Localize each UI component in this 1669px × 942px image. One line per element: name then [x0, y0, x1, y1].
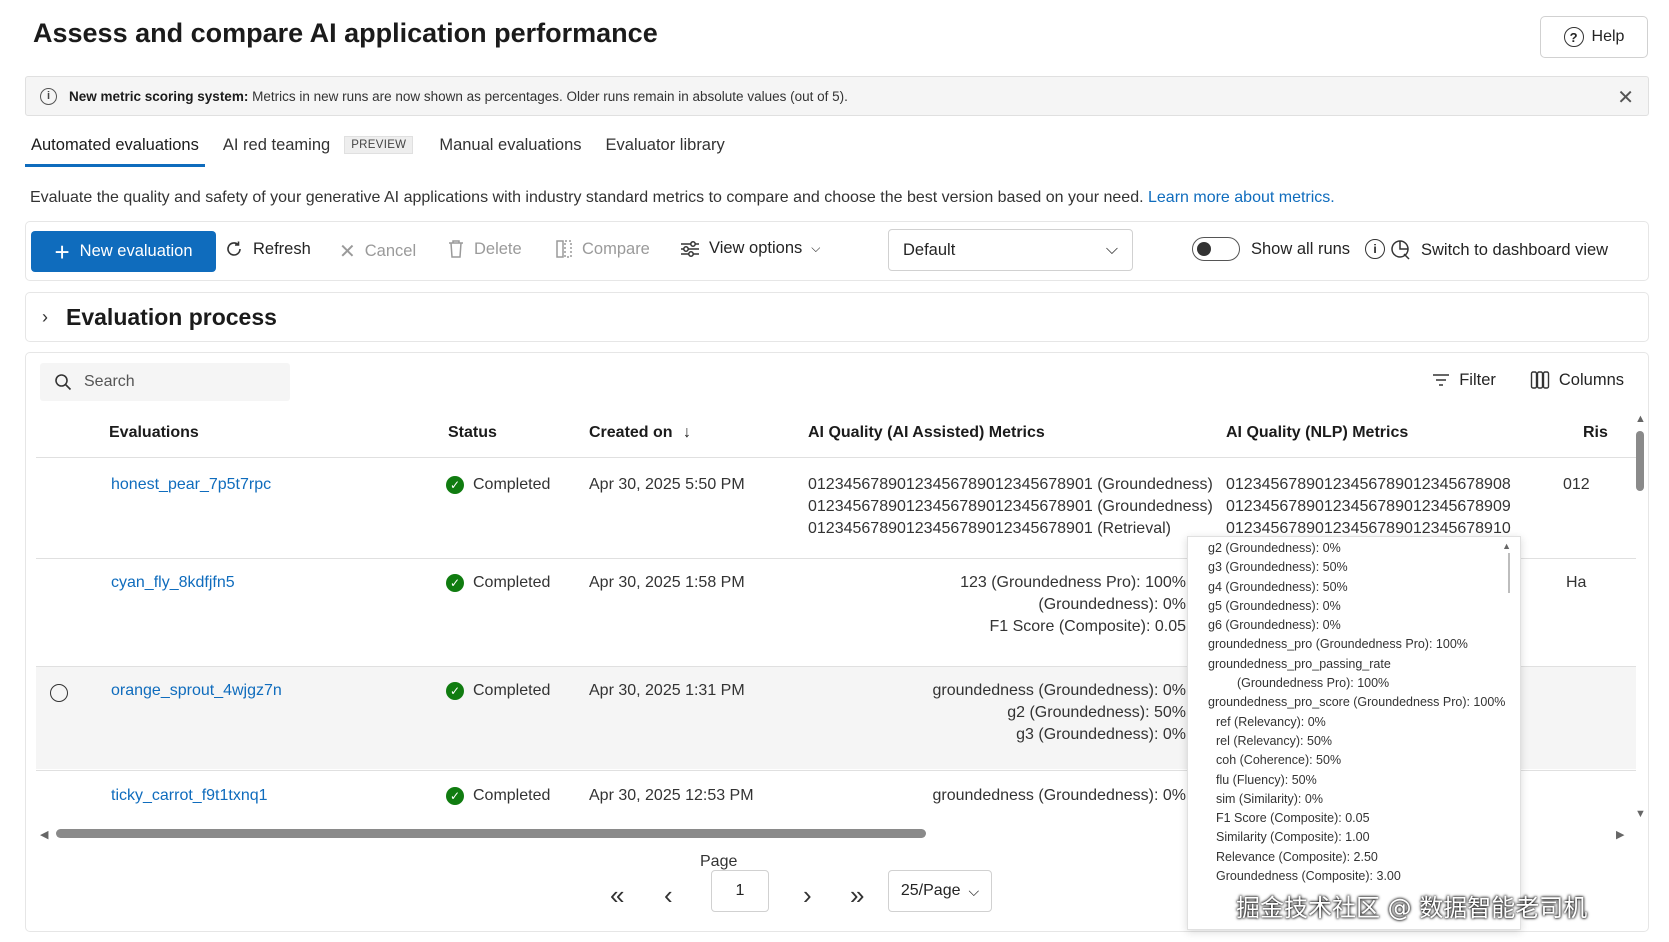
ai-metrics: 123 (Groundedness Pro): 100% (Groundednes… [960, 574, 1186, 635]
columns-button[interactable]: Columns [1530, 370, 1624, 390]
table-row-name[interactable]: honest_pear_7p5t7rpc [111, 474, 271, 496]
compare-icon [556, 240, 572, 258]
col-header-risk[interactable]: Ris [1583, 424, 1608, 442]
checkmark-icon: ✓ [446, 476, 464, 494]
learn-more-link[interactable]: Learn more about metrics. [1148, 189, 1335, 206]
banner-text: New metric scoring system: Metrics in ne… [69, 88, 848, 104]
help-icon: ? [1563, 27, 1584, 47]
cancel-button[interactable]: ✕ Cancel [339, 239, 416, 264]
new-evaluation-button[interactable]: + New evaluation [31, 231, 216, 272]
horizontal-scrollbar[interactable] [56, 829, 926, 838]
created-date: Apr 30, 2025 1:31 PM [589, 682, 745, 699]
checkmark-icon: ✓ [446, 574, 464, 592]
chevron-down-icon: ⌵ [811, 241, 821, 255]
nlp-metrics: 012345678901234567890123456789​08 0123456… [1226, 476, 1511, 537]
chevron-down-icon: ⌵ [968, 882, 980, 899]
dashboard-icon [1391, 240, 1410, 260]
help-button[interactable]: ? Help [1540, 16, 1648, 58]
checkmark-icon: ✓ [446, 682, 464, 700]
col-header-nlp[interactable]: AI Quality (NLP) Metrics [1226, 424, 1408, 442]
row-select-radio[interactable] [50, 684, 68, 702]
evaluation-process-section[interactable]: › Evaluation process [25, 292, 1649, 342]
tooltip-content: g2 (Groundedness): 0% g3 (Groundedness):… [1208, 541, 1506, 884]
tab-ai-red-teaming[interactable]: AI red teaming [217, 130, 336, 160]
vertical-scrollbar[interactable] [1636, 431, 1644, 491]
toggle-switch[interactable] [1192, 237, 1240, 261]
last-page-button[interactable]: » [850, 880, 864, 911]
ai-metrics: groundedness (Groundedness): 0% g2 (Groun… [932, 682, 1187, 743]
info-banner: i New metric scoring system: Metrics in … [25, 76, 1649, 116]
ai-metrics: 0123456789012345678901234567890​1 (Groun… [808, 476, 1213, 537]
filter-icon [1433, 374, 1450, 386]
table-row-name[interactable]: orange_sprout_4wjgz7n [111, 680, 282, 702]
chevron-right-icon[interactable]: › [42, 307, 48, 328]
scroll-left-icon[interactable]: ◀ [40, 828, 48, 841]
arrow-down-icon: ↓ [683, 424, 692, 441]
tooltip-scroll-up-icon[interactable]: ▲ [1502, 541, 1511, 551]
ai-metrics: groundedness (Groundedness): 0% [932, 787, 1187, 804]
close-icon[interactable]: ✕ [1617, 85, 1634, 110]
page-title: Assess and compare AI application perfor… [33, 18, 658, 48]
table-row-name[interactable]: cyan_fly_8kdfjfn5 [111, 572, 235, 594]
toolbar: + New evaluation Refresh ✕ Cancel Delete… [25, 221, 1649, 281]
tab-evaluator-library[interactable]: Evaluator library [600, 130, 731, 160]
search-icon [55, 374, 72, 391]
scroll-down-icon[interactable]: ▼ [1635, 808, 1646, 820]
refresh-button[interactable]: Refresh [224, 239, 311, 259]
show-all-runs-toggle[interactable]: Show all runs i [1192, 237, 1386, 261]
trash-icon [449, 240, 463, 258]
status-badge: ✓ Completed [446, 680, 550, 702]
chevron-down-icon: ⌵ [1105, 241, 1118, 258]
info-icon[interactable]: i [1365, 239, 1386, 259]
delete-button[interactable]: Delete [447, 239, 522, 259]
first-page-button[interactable]: « [610, 880, 624, 911]
view-select[interactable]: Default ⌵ [888, 229, 1133, 271]
refresh-icon [227, 241, 241, 256]
dismiss-icon: ✕ [339, 241, 356, 263]
table-row-name[interactable]: ticky_carrot_f9t1txnq1 [111, 785, 268, 807]
metrics-tooltip: g2 (Groundedness): 0% g3 (Groundedness):… [1187, 536, 1521, 930]
columns-icon [1530, 371, 1550, 389]
scroll-right-icon[interactable]: ▶ [1616, 828, 1624, 841]
col-header-ai-assisted[interactable]: AI Quality (AI Assisted) Metrics [808, 424, 1045, 442]
col-header-status[interactable]: Status [448, 424, 497, 442]
tab-manual-evaluations[interactable]: Manual evaluations [433, 130, 587, 160]
page-size-select[interactable]: 25/Page ⌵ [888, 870, 992, 912]
tab-automated-evaluations[interactable]: Automated evaluations [25, 130, 205, 167]
search-input[interactable]: Search [40, 363, 290, 401]
created-date: Apr 30, 2025 1:58 PM [589, 574, 745, 591]
tooltip-scrollbar[interactable] [1508, 553, 1510, 593]
plus-icon: + [54, 236, 70, 267]
created-date: Apr 30, 2025 12:53 PM [589, 787, 754, 804]
status-badge: ✓ Completed [446, 572, 550, 594]
risk-metrics: Ha [1566, 574, 1587, 591]
next-page-button[interactable]: › [803, 880, 812, 911]
checkmark-icon: ✓ [446, 787, 464, 805]
prev-page-button[interactable]: ‹ [664, 880, 673, 911]
created-date: Apr 30, 2025 5:50 PM [589, 476, 745, 493]
preview-badge: PREVIEW [344, 136, 414, 154]
compare-button[interactable]: Compare [555, 239, 650, 259]
help-label: Help [1591, 28, 1625, 45]
pager-label: Page [700, 853, 738, 870]
section-title: Evaluation process [66, 303, 277, 330]
watermark: 掘金技术社区 @ 数据智能老司机 [1236, 894, 1588, 922]
page-description: Evaluate the quality and safety of your … [30, 189, 1335, 206]
status-badge: ✓ Completed [446, 474, 550, 496]
scroll-up-icon[interactable]: ▲ [1635, 413, 1646, 425]
filter-button[interactable]: Filter [1432, 370, 1496, 390]
dashboard-view-button[interactable]: Switch to dashboard view [1390, 239, 1608, 261]
tab-bar: Automated evaluations AI red teaming PRE… [25, 130, 743, 167]
col-header-evaluations[interactable]: Evaluations [109, 424, 199, 442]
risk-metrics: 012 [1563, 476, 1590, 493]
table-tools: Filter Columns [1432, 370, 1624, 390]
view-options-button[interactable]: View options ⌵ [680, 239, 820, 258]
status-badge: ✓ Completed [446, 785, 550, 807]
info-icon: i [40, 87, 57, 105]
page-number-input[interactable]: 1 [711, 870, 769, 912]
col-header-created[interactable]: Created on ↓ [589, 424, 691, 442]
sliders-icon [681, 240, 699, 257]
